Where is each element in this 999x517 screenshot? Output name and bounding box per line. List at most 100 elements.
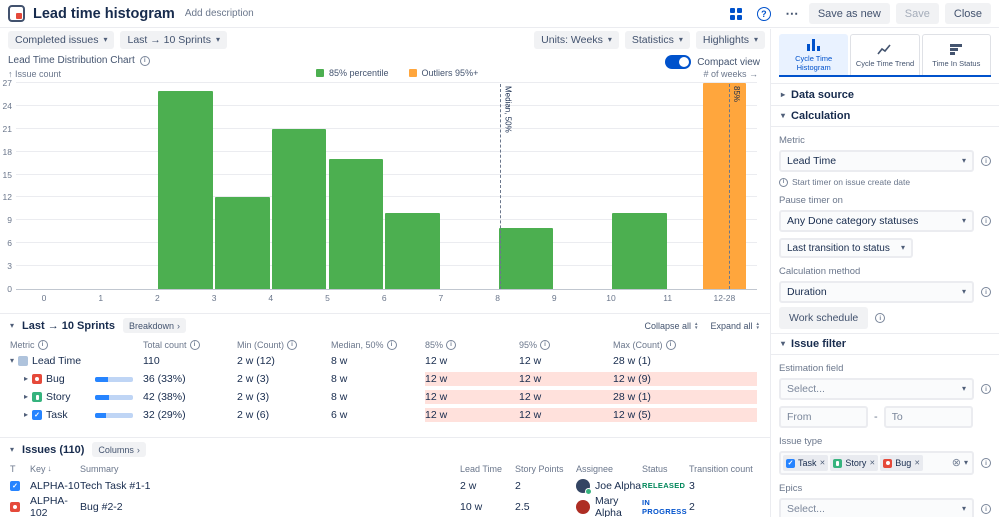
columns-chip[interactable]: Columns — [92, 442, 146, 457]
tab-cycle-time-histogram[interactable]: Cycle Time Histogram — [779, 34, 849, 75]
expand-chevron[interactable] — [24, 411, 28, 419]
stats-cell: 12 w — [519, 352, 613, 370]
epics-select[interactable]: Select... — [779, 498, 974, 517]
section-data-source[interactable]: Data source — [771, 83, 999, 105]
collapse-section-icon[interactable] — [10, 322, 14, 330]
info-icon[interactable] — [386, 339, 397, 350]
info-icon[interactable] — [665, 339, 676, 350]
add-description-link[interactable]: Add description — [185, 8, 254, 19]
issues-column-header[interactable]: Assignee — [576, 464, 642, 474]
histogram-bar[interactable] — [498, 227, 554, 289]
highlights-dropdown[interactable]: Highlights — [695, 31, 765, 49]
stats-cell: 2 w (6) — [237, 406, 331, 424]
expand-chevron[interactable] — [10, 357, 14, 365]
remove-tag-icon[interactable] — [869, 459, 875, 467]
stats-cell: 28 w (1) — [613, 352, 757, 370]
issue-row[interactable]: ALPHA-10Tech Task #1-1 2 w 2 Joe AlphaRELEA… — [0, 476, 770, 495]
issue-type-tag[interactable]: Story — [830, 455, 879, 471]
close-button[interactable]: Close — [944, 3, 991, 24]
info-icon[interactable] — [139, 55, 150, 66]
issue-key-cell[interactable]: ALPHA-10 — [30, 480, 80, 492]
section-issue-filter[interactable]: Issue filter — [771, 333, 999, 355]
issue-key-cell[interactable]: ALPHA-102 — [30, 495, 80, 517]
issues-column-header[interactable]: Status — [642, 464, 689, 474]
task-icon — [10, 480, 20, 491]
histogram-bar[interactable] — [328, 159, 384, 289]
info-icon[interactable] — [981, 287, 991, 297]
pause-timer-select[interactable]: Any Done category statuses — [779, 210, 974, 232]
issue-type-tag[interactable]: Bug — [880, 455, 924, 471]
clear-all-icon[interactable] — [952, 458, 961, 469]
remove-tag-icon[interactable] — [914, 459, 920, 467]
stats-row[interactable]: Lead Time 110 2 w (12) 8 w 12 w 12 w 28 w (1) — [0, 352, 770, 370]
info-icon[interactable] — [446, 339, 457, 350]
issues-column-header[interactable]: Lead Time — [460, 464, 515, 474]
work-schedule-button[interactable]: Work schedule — [779, 307, 869, 329]
histogram-bar[interactable] — [215, 197, 270, 289]
save-as-new-button[interactable]: Save as new — [808, 3, 890, 24]
issues-column-header[interactable]: Story Points — [515, 464, 576, 474]
histogram-bar[interactable] — [271, 128, 327, 289]
info-icon[interactable] — [540, 339, 551, 350]
info-icon[interactable] — [37, 339, 48, 350]
units-dropdown[interactable]: Units: Weeks — [534, 31, 619, 49]
stats-row[interactable]: Task 32 (29%) 2 w (6) 6 w 12 w 12 w 12 w (5) — [0, 406, 770, 424]
info-icon[interactable] — [981, 384, 991, 394]
expand-chevron[interactable] — [24, 393, 28, 401]
issues-section: Issues (110) Columns TKey↓SummaryLead Ti… — [0, 437, 770, 517]
transition-select[interactable]: Last transition to status — [779, 238, 913, 258]
info-icon[interactable] — [981, 216, 991, 226]
breakdown-chip[interactable]: Breakdown — [122, 318, 186, 333]
avatar — [576, 478, 592, 495]
calculation-method-select[interactable]: Duration — [779, 281, 974, 303]
x-tick-label: 5 — [325, 293, 330, 303]
statistics-dropdown[interactable]: Statistics — [624, 31, 690, 49]
stats-row[interactable]: Story 42 (38%) 2 w (3) 8 w 12 w 12 w 28 w (1) — [0, 388, 770, 406]
estimation-field-select[interactable]: Select... — [779, 378, 974, 400]
sprint-filter-dropdown[interactable]: Last → 10 Sprints — [120, 31, 227, 49]
column-label: Summary — [80, 463, 119, 474]
more-menu-icon[interactable] — [781, 4, 803, 24]
info-icon[interactable] — [981, 458, 991, 468]
save-button[interactable]: Save — [895, 3, 939, 24]
issue-row[interactable]: ALPHA-102 Bug #2-2 10 w 2.5 Mary Alpha IN PRO… — [0, 495, 770, 517]
issue-scope-dropdown[interactable]: Completed issues — [8, 31, 115, 49]
estimation-to-input[interactable] — [883, 406, 973, 428]
issue-type-tag[interactable]: Task — [783, 455, 829, 471]
tab-time-in-status[interactable]: Time In Status — [921, 34, 991, 75]
metric-select[interactable]: Lead Time — [779, 150, 974, 172]
y-tick-label: 18 — [2, 146, 12, 157]
info-icon[interactable] — [981, 156, 991, 166]
stats-row[interactable]: Bug 36 (33%) 2 w (3) 8 w 12 w 12 w 12 w (9) — [0, 370, 770, 388]
estimation-from-input[interactable] — [779, 406, 868, 428]
issues-column-header[interactable]: T — [10, 464, 30, 474]
issue-type-multiselect[interactable]: Task Story Bug — [779, 451, 974, 475]
apps-grid-icon[interactable] — [725, 4, 747, 24]
help-icon[interactable] — [753, 4, 775, 24]
info-icon[interactable] — [189, 339, 200, 350]
collapse-section-icon[interactable] — [10, 446, 14, 454]
section-calculation[interactable]: Calculation — [771, 105, 999, 127]
issues-column-header[interactable]: Key ↓ — [30, 464, 80, 474]
expand-all-button[interactable]: Expand all — [711, 321, 761, 331]
issues-column-header[interactable]: Summary — [80, 464, 460, 474]
calculation-body: Metric Lead Time Start timer on issue cr… — [779, 135, 991, 333]
stats-cell: 8 w — [331, 388, 425, 406]
lead-time-cell: 2 w — [460, 480, 515, 492]
compact-view-toggle[interactable] — [665, 55, 692, 69]
info-icon[interactable] — [981, 504, 991, 514]
histogram-bar[interactable] — [702, 83, 747, 289]
info-icon[interactable] — [875, 313, 886, 323]
histogram-bar[interactable] — [158, 90, 214, 289]
tab-cycle-time-trend[interactable]: Cycle Time Trend — [850, 34, 920, 75]
remove-tag-icon[interactable] — [820, 459, 826, 467]
info-icon[interactable] — [287, 339, 298, 350]
tab-label: Cycle Time Histogram — [795, 54, 833, 72]
collapse-all-button[interactable]: Collapse all — [645, 321, 699, 331]
histogram-bar[interactable] — [385, 212, 440, 289]
leadtime-icon — [18, 356, 29, 366]
issues-column-header[interactable]: Transition count — [689, 464, 759, 474]
issue-scope-label: Completed issues — [15, 34, 99, 46]
histogram-bar[interactable] — [612, 212, 667, 289]
expand-chevron[interactable] — [24, 375, 28, 383]
